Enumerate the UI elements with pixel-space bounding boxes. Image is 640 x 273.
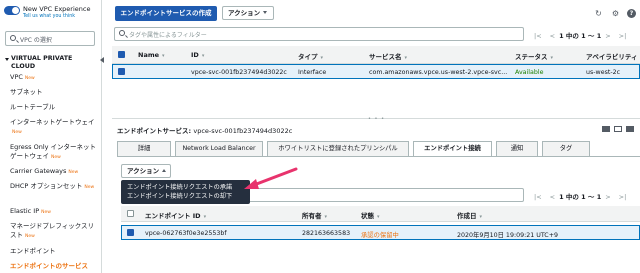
row-checkbox[interactable]: [118, 68, 125, 75]
drag-handle-icon[interactable]: • • •: [368, 116, 385, 122]
row-checkbox[interactable]: [127, 229, 134, 236]
caret-down-icon: [5, 58, 9, 61]
table-header: Name ▾ ID ▾ タイプ ▾ サービス名 ▾ ステータス ▾ アベイラビリティ: [112, 46, 640, 64]
last-page-icon[interactable]: >|: [619, 32, 627, 40]
next-page-icon[interactable]: >: [605, 32, 610, 40]
col-endpoint-id[interactable]: エンドポイント ID ▾: [145, 210, 206, 220]
col-owner[interactable]: 所有者 ▾: [302, 210, 327, 220]
cell-state: 承認の保留中: [361, 232, 399, 239]
sidebar: New VPC Experience Tell us what you thin…: [0, 0, 102, 273]
caret-down-icon: [263, 11, 268, 14]
connection-actions-menu: エンドポイント接続リクエストの承諾 エンドポイント接続リクエストの却下: [121, 180, 250, 204]
prev-page-icon[interactable]: <: [550, 32, 555, 40]
tab-details[interactable]: 詳細: [117, 141, 171, 157]
sidebar-item-endpoint-services[interactable]: エンドポイントのサービス: [10, 262, 98, 271]
layout-split-icon[interactable]: [614, 126, 622, 132]
last-page-icon[interactable]: >|: [619, 193, 627, 201]
prev-page-icon[interactable]: <: [550, 193, 555, 201]
tab-network-load-balancer[interactable]: Network Load Balancer: [175, 141, 263, 157]
caret-up-icon: [162, 169, 167, 172]
col-id[interactable]: ID ▾: [191, 51, 204, 59]
sidebar-item-dhcp-options[interactable]: DHCP オプションセット New: [10, 182, 98, 192]
nav-section-header[interactable]: VIRTUAL PRIVATE CLOUD: [5, 55, 97, 71]
tab-tags[interactable]: タグ: [542, 141, 590, 157]
first-page-icon[interactable]: |<: [534, 193, 542, 201]
col-name[interactable]: Name ▾: [138, 51, 165, 59]
connection-table-header: エンドポイント ID ▾ 所有者 ▾ 状態 ▾ 作成日 ▾: [121, 206, 640, 222]
new-experience-toggle[interactable]: [4, 6, 20, 15]
sidebar-item-egress-only-igw[interactable]: Egress Only インターネットゲートウェイ New: [10, 143, 98, 162]
new-badge: New: [25, 234, 35, 239]
new-badge: New: [51, 155, 61, 160]
new-badge: New: [24, 76, 35, 81]
pagination: |< <1 中の 1 ～ 1 > >|: [534, 32, 627, 40]
col-availability[interactable]: アベイラビリティ: [586, 51, 637, 61]
collapse-sidebar-icon[interactable]: [100, 57, 104, 63]
cell-service-name: com.amazonaws.vpce.us-west-2.vpce-svc...: [369, 69, 508, 76]
connection-actions-button[interactable]: アクション: [121, 164, 171, 178]
search-icon: [10, 35, 16, 41]
cell-created: 2020年9月10日 19:09:21 UTC+9: [457, 232, 558, 239]
annotation-arrow-icon: [244, 167, 298, 189]
sidebar-item-elastic-ip[interactable]: Elastic IP New: [10, 207, 98, 217]
layout-full-icon[interactable]: [602, 126, 610, 132]
table-row[interactable]: vpce-svc-001fb237494d3022c Interface com…: [112, 64, 640, 79]
gear-icon[interactable]: ⚙: [611, 9, 620, 18]
col-status[interactable]: ステータス ▾: [515, 51, 553, 61]
tab-endpoint-connections[interactable]: エンドポイント接続: [413, 141, 492, 157]
new-badge: New: [84, 185, 95, 190]
sidebar-item-managed-prefix-lists[interactable]: マネージドプレフィックスリスト New: [10, 222, 98, 241]
col-type[interactable]: タイプ ▾: [298, 51, 323, 61]
new-experience-toggle-row: New VPC Experience Tell us what you thin…: [4, 4, 100, 24]
accept-connection-request-item[interactable]: エンドポイント接続リクエストの承諾: [127, 183, 244, 192]
cell-endpoint-id: vpce-062763f0e3e2553bf: [145, 230, 227, 237]
col-service-name[interactable]: サービス名 ▾: [369, 51, 407, 61]
sidebar-item-endpoints[interactable]: エンドポイント: [10, 247, 98, 256]
sidebar-item-internet-gateways[interactable]: インターネットゲートウェイNew: [10, 118, 98, 137]
new-badge: New: [12, 130, 22, 135]
col-state[interactable]: 状態 ▾: [361, 210, 380, 220]
layout-bottom-icon[interactable]: [626, 126, 634, 132]
sidebar-item-vpc[interactable]: VPC New: [10, 73, 98, 83]
create-endpoint-service-button[interactable]: エンドポイントサービスの作成: [115, 6, 217, 21]
cell-id: vpce-svc-001fb237494d3022c: [191, 69, 287, 76]
col-created[interactable]: 作成日 ▾: [457, 210, 482, 220]
next-page-icon[interactable]: >: [605, 193, 610, 201]
feedback-link[interactable]: Tell us what you think: [23, 14, 75, 19]
reject-connection-request-item[interactable]: エンドポイント接続リクエストの却下: [127, 192, 244, 201]
cell-availability: us-west-2c: [586, 69, 621, 76]
select-all-checkbox[interactable]: [118, 51, 125, 58]
filter-placeholder: タグや属性によるフィルター: [129, 32, 207, 39]
cell-type: Interface: [298, 69, 327, 76]
actions-button[interactable]: アクション: [222, 6, 274, 20]
select-all-checkbox[interactable]: [127, 210, 134, 217]
vpc-select-placeholder: VPC の選択: [20, 37, 52, 44]
search-icon: [119, 30, 125, 36]
tag-attribute-filter-input[interactable]: タグや属性によるフィルター: [114, 27, 524, 41]
table-row[interactable]: vpce-062763f0e3e2553bf 282163663583 承認の保…: [121, 225, 640, 240]
sidebar-item-carrier-gateways[interactable]: Carrier Gateways New: [10, 167, 98, 177]
vpc-select-input[interactable]: VPC の選択: [5, 31, 95, 46]
connection-pagination: |< <1 中の 1 ～ 1 > >|: [534, 193, 627, 201]
sidebar-item-subnets[interactable]: サブネット: [10, 88, 98, 97]
help-icon[interactable]: ?: [627, 9, 636, 18]
new-experience-label: New VPC Experience: [23, 5, 91, 13]
tab-notifications[interactable]: 通知: [496, 141, 538, 157]
cell-owner: 282163663583: [302, 230, 351, 237]
tab-whitelisted-principals[interactable]: ホワイトリストに登録されたプリンシパル: [267, 141, 409, 157]
cell-status: Available: [515, 69, 544, 76]
details-title: エンドポイントサービス: vpce-svc-001fb237494d3022c: [117, 127, 293, 135]
sidebar-item-route-tables[interactable]: ルートテーブル: [10, 103, 98, 112]
new-badge: New: [41, 210, 51, 215]
new-badge: New: [68, 170, 79, 175]
refresh-icon[interactable]: ↻: [594, 9, 603, 18]
first-page-icon[interactable]: |<: [534, 32, 542, 40]
